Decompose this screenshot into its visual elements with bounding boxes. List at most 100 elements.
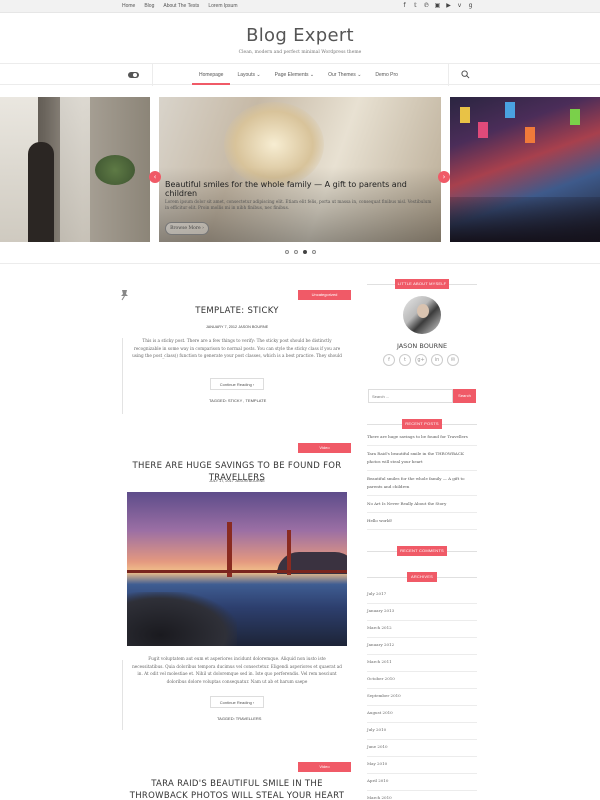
site-tagline: Clean, modern and perfect minimal Wordpr… — [238, 50, 362, 55]
author-name: JASON BOURNE — [396, 342, 448, 350]
recent-posts-list: There are huge savings to be found for T… — [367, 432, 477, 533]
email-icon[interactable]: ✉ — [447, 354, 459, 366]
facebook-icon[interactable]: f — [383, 354, 395, 366]
browse-more-button[interactable]: Browse More › — [165, 222, 209, 235]
avatar — [403, 296, 441, 334]
card-border — [122, 338, 123, 414]
google-plus-icon[interactable]: g+ — [415, 354, 427, 366]
post-excerpt: This is a sticky post. There are a few t… — [132, 338, 342, 358]
widget-title-recent-comments: RECENT COMMENTS — [367, 546, 477, 556]
recent-post-link[interactable]: There are huge savings to be found for T… — [367, 432, 477, 446]
archive-link[interactable]: March 2012 — [367, 621, 477, 638]
neon-sign — [525, 127, 535, 143]
window-shape — [60, 97, 90, 242]
person-silhouette — [28, 142, 54, 242]
recent-post-link[interactable]: No Art Is Never Really About the Story — [367, 499, 477, 513]
widget-title-about: LITTLE ABOUT MYSELF — [367, 279, 477, 289]
top-link-lorem[interactable]: Lorem Ipsum — [208, 3, 237, 9]
archive-link[interactable]: June 2010 — [367, 740, 477, 757]
nav-item-homepage[interactable]: Homepage — [192, 64, 231, 85]
card-border — [122, 660, 123, 730]
nav-item-label: Our Themes — [328, 72, 356, 78]
nav-item-demo-pro[interactable]: Demo Pro — [368, 64, 405, 86]
post-image-golden-gate[interactable] — [127, 492, 347, 646]
category-tag[interactable]: Video — [298, 762, 351, 772]
nav-item-label: Page Elements — [274, 72, 309, 78]
archive-link[interactable]: July 2010 — [367, 723, 477, 740]
archive-link[interactable]: January 2012 — [367, 638, 477, 655]
slider-next-button[interactable]: › — [438, 171, 450, 183]
google-plus-icon[interactable]: g — [467, 2, 474, 9]
recent-post-link[interactable]: Hello world! — [367, 516, 477, 530]
archive-link[interactable]: October 2010 — [367, 672, 477, 689]
nav-item-our-themes[interactable]: Our Themes ⌄ — [321, 64, 368, 86]
slider-dot-active[interactable] — [303, 250, 307, 254]
widget-title-archives: ARCHIVES — [367, 572, 477, 582]
sidebar-search-input[interactable]: Search ... — [368, 389, 453, 403]
slide-text: Lorem ipsum dolor sit amet, consectetur … — [165, 199, 432, 210]
plant-shape — [95, 155, 135, 185]
archive-link[interactable]: September 2010 — [367, 689, 477, 706]
chevron-down-icon: ⌄ — [357, 72, 362, 78]
slider-dots — [285, 250, 316, 254]
chevron-down-icon: ⌄ — [309, 72, 315, 78]
top-social-icons: f 𝕥 ℗ ▣ ▶ v g — [401, 2, 474, 9]
archive-link[interactable]: July 2017 — [367, 587, 477, 604]
slider-dot[interactable] — [312, 250, 316, 254]
top-links: Home Blog About The Tests Lorem Ipsum — [122, 3, 238, 9]
post-tags[interactable]: TAGGED: STICKY , TEMPLATE — [209, 398, 266, 403]
nav-item-label: Homepage — [199, 72, 224, 78]
recent-post-link[interactable]: Tara Raid's beautiful smile in the THROW… — [367, 449, 477, 471]
youtube-icon[interactable]: ▶ — [445, 2, 452, 9]
search-icon[interactable] — [461, 70, 470, 79]
site-title[interactable]: Blog Expert — [0, 25, 600, 46]
post-title[interactable]: TEMPLATE: STICKY — [122, 305, 352, 317]
nav-separator — [152, 64, 153, 86]
archive-link[interactable]: April 2010 — [367, 774, 477, 791]
slide-image-city[interactable] — [450, 97, 600, 242]
widget-label: ARCHIVES — [407, 572, 437, 582]
slide-main[interactable]: Beautiful smiles for the whole family — … — [159, 97, 441, 242]
twitter-icon[interactable]: t — [399, 354, 411, 366]
continue-reading-button[interactable]: Continue Reading › — [210, 696, 264, 708]
archive-link[interactable]: May 2010 — [367, 757, 477, 774]
neon-sign — [460, 107, 470, 123]
crowd-shape — [450, 197, 600, 242]
linkedin-icon[interactable]: in — [431, 354, 443, 366]
nav-item-page-elements[interactable]: Page Elements ⌄ — [268, 64, 322, 86]
slider-prev-button[interactable]: ‹ — [149, 171, 161, 183]
top-link-about[interactable]: About The Tests — [163, 3, 199, 9]
archive-link[interactable]: August 2010 — [367, 706, 477, 723]
widget-title-recent-posts: RECENT POSTS — [367, 419, 477, 429]
vimeo-icon[interactable]: v — [456, 2, 463, 9]
post-title[interactable]: TARA RAID'S BEAUTIFUL SMILE IN THE THROW… — [122, 778, 352, 800]
widget-label: RECENT POSTS — [402, 419, 442, 429]
top-link-home[interactable]: Home — [122, 3, 135, 9]
bridge-tower — [287, 530, 291, 575]
top-link-blog[interactable]: Blog — [144, 3, 154, 9]
slide-title[interactable]: Beautiful smiles for the whole family — … — [165, 180, 441, 198]
nav-item-layouts[interactable]: Layouts ⌄ — [230, 64, 267, 86]
archive-link[interactable]: January 2013 — [367, 604, 477, 621]
slider-dot[interactable] — [294, 250, 298, 254]
bridge-deck — [127, 570, 347, 573]
pinterest-icon[interactable]: ℗ — [423, 2, 430, 9]
sidebar-search-button[interactable]: Search — [453, 389, 476, 403]
linkedin-icon[interactable]: ▣ — [434, 2, 441, 9]
section-divider — [0, 263, 600, 264]
nav-menu: Homepage Layouts ⌄ Page Elements ⌄ Our T… — [192, 64, 405, 86]
facebook-icon[interactable]: f — [401, 2, 408, 9]
continue-reading-button[interactable]: Continue Reading › — [210, 378, 264, 390]
archive-link[interactable]: March 2010 — [367, 791, 477, 800]
main-nav: Homepage Layouts ⌄ Page Elements ⌄ Our T… — [0, 63, 600, 86]
archive-link[interactable]: March 2011 — [367, 655, 477, 672]
slider-dot[interactable] — [285, 250, 289, 254]
recent-post-link[interactable]: Beautiful smiles for the whole family — … — [367, 474, 477, 496]
post-tags[interactable]: TAGGED: TRAVELLERS — [217, 716, 261, 721]
slide-image-kitchen[interactable] — [0, 97, 150, 242]
sidebar-toggle[interactable] — [128, 72, 139, 78]
avatar-face — [417, 304, 429, 318]
twitter-icon[interactable]: 𝕥 — [412, 2, 419, 9]
post-meta: JANUARY 7, 2012 JASON BOURNE — [205, 325, 269, 329]
widget-label: LITTLE ABOUT MYSELF — [395, 279, 449, 289]
